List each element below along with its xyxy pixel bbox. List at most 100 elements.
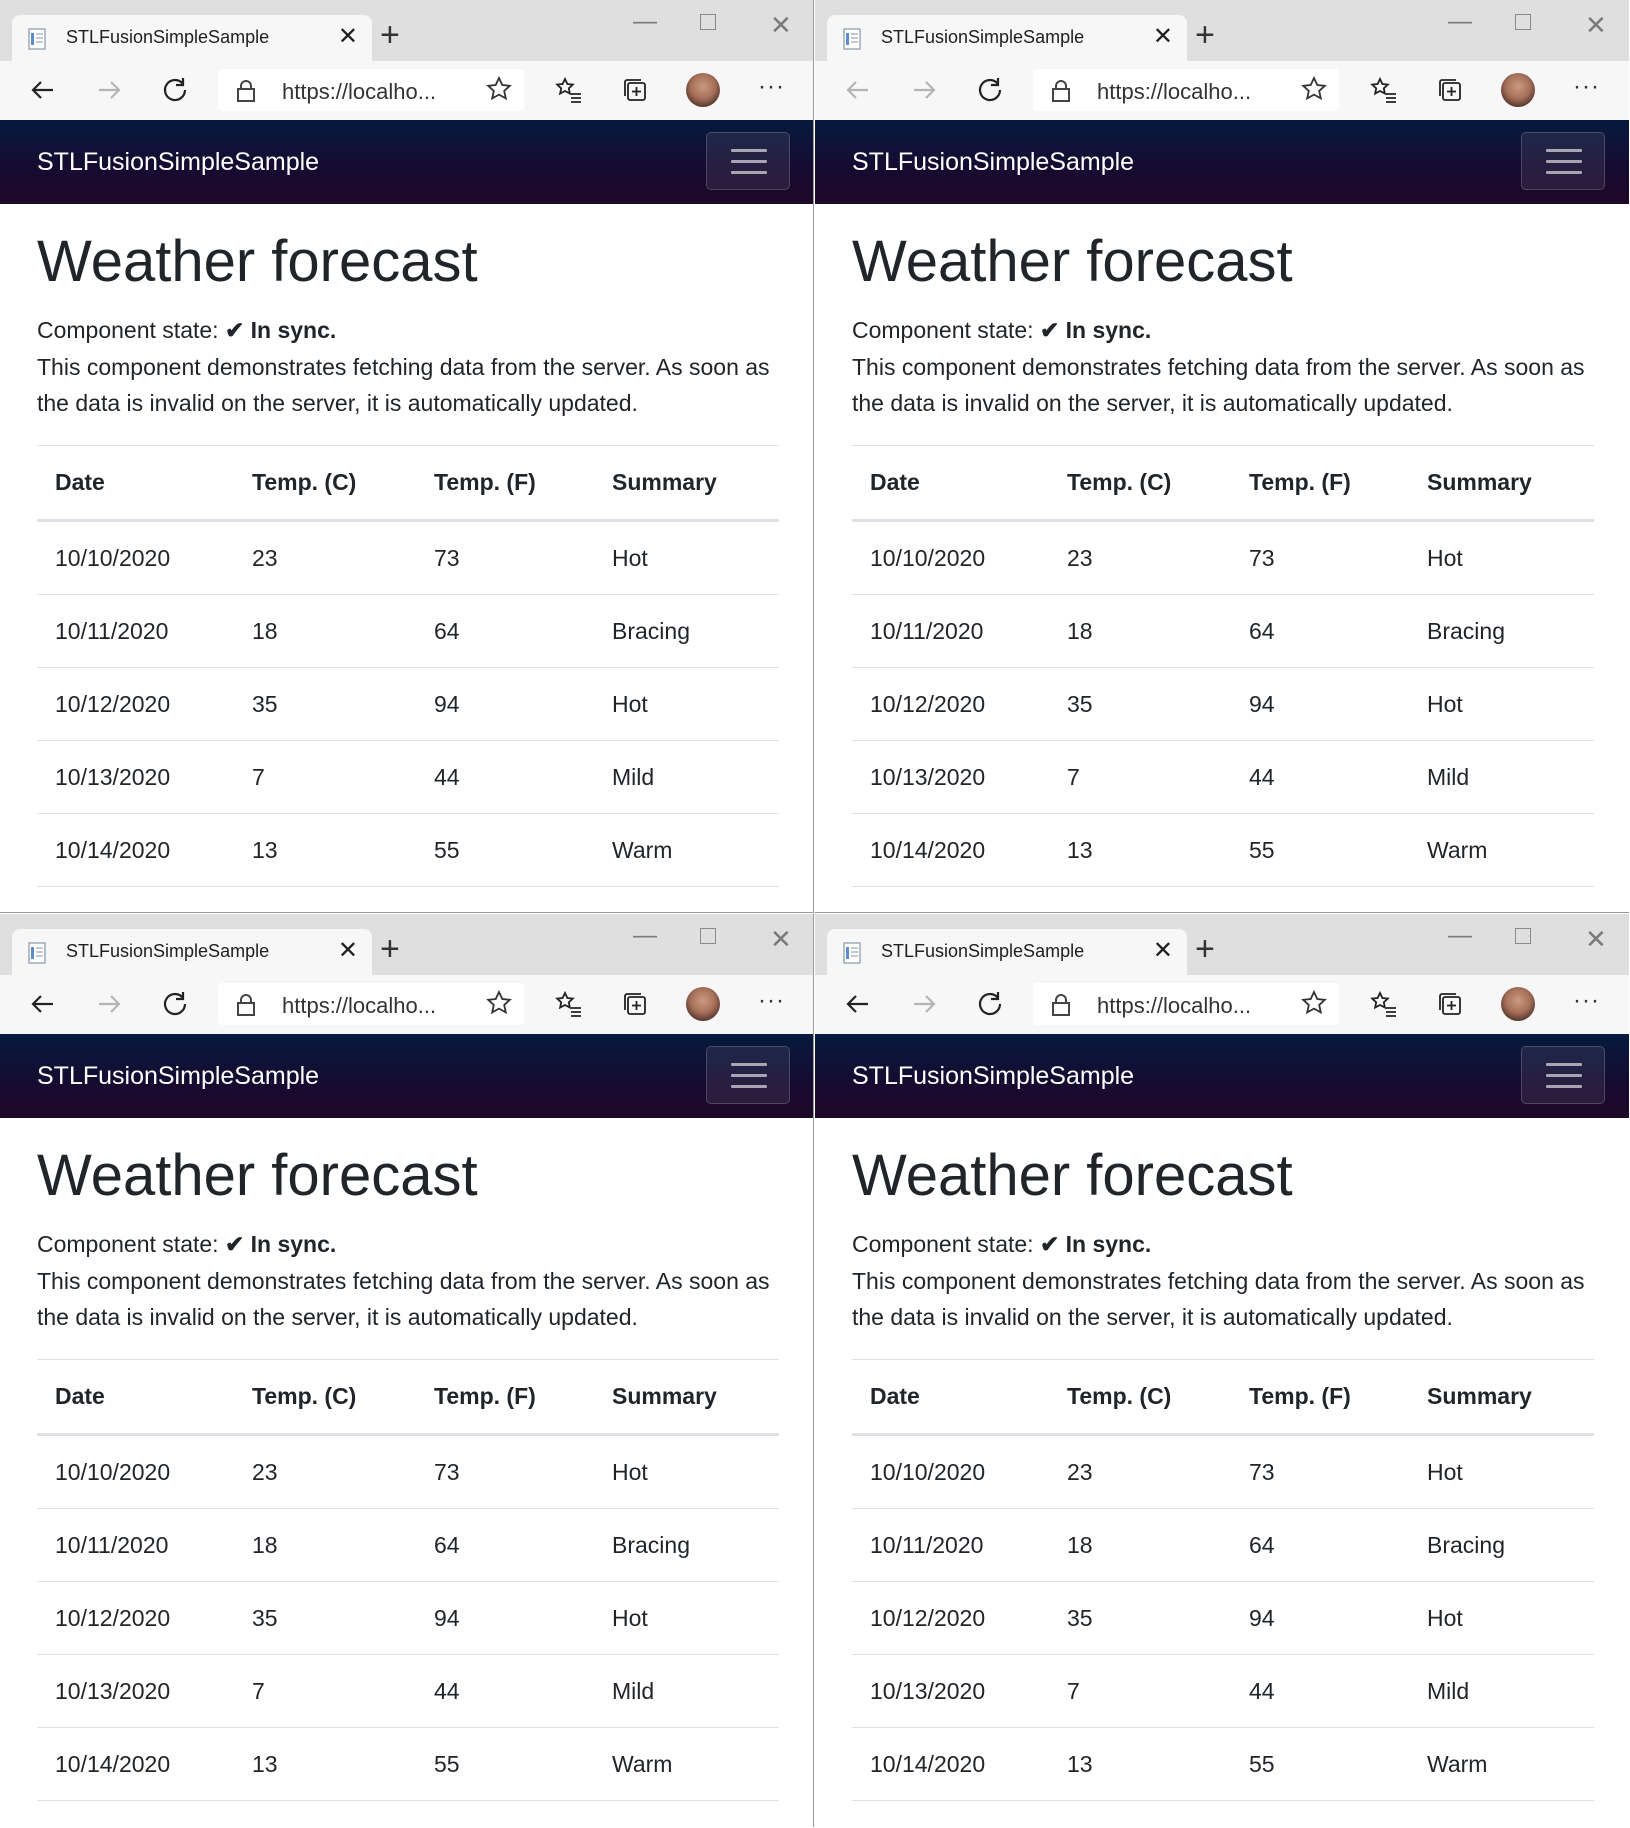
maximize-icon[interactable] [1515, 928, 1531, 944]
address-text: https://localho... [282, 993, 437, 1018]
description: This component demonstrates fetching dat… [852, 354, 1585, 416]
table-cell: 94 [434, 1604, 460, 1631]
address-bar[interactable]: https://localho... [218, 69, 524, 111]
new-tab-button[interactable]: + [1195, 18, 1215, 52]
address-bar[interactable]: https://localho... [1033, 69, 1339, 111]
minimize-icon[interactable]: — [1448, 8, 1472, 36]
navbar-brand[interactable]: STLFusionSimpleSample [852, 148, 1134, 177]
table-cell: 18 [252, 617, 278, 644]
navbar-brand[interactable]: STLFusionSimpleSample [37, 148, 319, 177]
collections-button[interactable] [616, 71, 654, 109]
back-arrow-icon [31, 81, 53, 99]
table-cell: 55 [434, 836, 460, 863]
address-bar[interactable]: https://localho... [218, 983, 524, 1025]
refresh-button[interactable] [971, 71, 1009, 109]
favorite-star-icon[interactable] [1301, 990, 1327, 1016]
navbar-brand[interactable]: STLFusionSimpleSample [852, 1062, 1134, 1091]
window-close-icon[interactable]: ✕ [770, 924, 792, 955]
browser-tab[interactable]: STLFusionSimpleSample ✕ [12, 15, 372, 61]
new-tab-button[interactable]: + [380, 18, 400, 52]
new-tab-button[interactable]: + [1195, 932, 1215, 966]
window-close-icon[interactable]: ✕ [770, 10, 792, 41]
back-arrow-icon [31, 995, 53, 1013]
favorite-star-icon[interactable] [486, 76, 512, 102]
favorite-star-icon[interactable] [486, 990, 512, 1016]
refresh-button[interactable] [156, 985, 194, 1023]
forward-button[interactable] [905, 71, 943, 109]
refresh-button[interactable] [971, 985, 1009, 1023]
table-cell: 35 [1067, 1604, 1093, 1631]
minimize-icon[interactable]: — [633, 922, 657, 950]
state-value: In sync. [1065, 317, 1152, 343]
window-close-icon[interactable]: ✕ [1585, 924, 1607, 955]
profile-avatar[interactable] [686, 987, 720, 1021]
navbar-toggler-button[interactable] [1521, 1046, 1605, 1104]
collections-button[interactable] [1431, 71, 1469, 109]
profile-avatar[interactable] [686, 73, 720, 107]
favorite-star-icon[interactable] [1301, 76, 1327, 102]
tab-close-icon[interactable]: ✕ [338, 25, 358, 49]
forward-button[interactable] [90, 71, 128, 109]
table-cell: Hot [1427, 1458, 1463, 1485]
back-arrow-icon [846, 995, 868, 1013]
favorites-button[interactable] [550, 71, 588, 109]
navbar-toggler-button[interactable] [706, 132, 790, 190]
forward-button[interactable] [905, 985, 943, 1023]
component-state: Component state: ✔ In sync. [37, 1231, 336, 1258]
browser-tab[interactable]: STLFusionSimpleSample ✕ [827, 929, 1187, 975]
table-cell: 18 [1067, 617, 1093, 644]
more-options-icon[interactable]: ··· [758, 987, 785, 1015]
tab-title: STLFusionSimpleSample [881, 941, 1085, 961]
refresh-button[interactable] [156, 71, 194, 109]
table-cell: 10/14/2020 [55, 1750, 171, 1777]
address-bar[interactable]: https://localho... [1033, 983, 1339, 1025]
browser-tab[interactable]: STLFusionSimpleSample ✕ [827, 15, 1187, 61]
collections-button[interactable] [616, 985, 654, 1023]
tab-close-icon[interactable]: ✕ [1153, 939, 1173, 963]
favorites-button[interactable] [1365, 71, 1403, 109]
forward-button[interactable] [90, 985, 128, 1023]
minimize-icon[interactable]: — [633, 8, 657, 36]
table-cell: 44 [434, 763, 460, 790]
minimize-icon[interactable]: — [1448, 922, 1472, 950]
browser-tab[interactable]: STLFusionSimpleSample ✕ [12, 929, 372, 975]
table-row: 10/13/2020 7 44 Mild [852, 741, 1594, 814]
profile-avatar[interactable] [1501, 73, 1535, 107]
favorites-button[interactable] [550, 985, 588, 1023]
collections-button[interactable] [1431, 985, 1469, 1023]
table-cell: 73 [434, 1458, 460, 1485]
table-cell: 10/14/2020 [870, 1750, 986, 1777]
navbar-brand[interactable]: STLFusionSimpleSample [37, 1062, 319, 1091]
maximize-icon[interactable] [700, 14, 716, 30]
favorites-button[interactable] [1365, 985, 1403, 1023]
table-header-row: Date Temp. (C) Temp. (F) Summary [852, 1360, 1594, 1436]
more-options-icon[interactable]: ··· [1573, 987, 1600, 1015]
more-options-icon[interactable]: ··· [758, 73, 785, 101]
back-button[interactable] [24, 71, 62, 109]
table-row: 10/12/2020 35 94 Hot [852, 1582, 1594, 1655]
maximize-icon[interactable] [1515, 14, 1531, 30]
new-tab-button[interactable]: + [380, 932, 400, 966]
table-cell: 7 [252, 1677, 265, 1704]
refresh-icon [978, 78, 1002, 102]
forecast-table: Date Temp. (C) Temp. (F) Summary 10/10/2020 2… [37, 445, 779, 887]
maximize-icon[interactable] [700, 928, 716, 944]
navbar-toggler-button[interactable] [706, 1046, 790, 1104]
more-options-icon[interactable]: ··· [1573, 73, 1600, 101]
table-cell: 10/13/2020 [55, 763, 171, 790]
table-cell: 7 [1067, 1677, 1080, 1704]
back-button[interactable] [839, 985, 877, 1023]
tab-close-icon[interactable]: ✕ [338, 939, 358, 963]
window-close-icon[interactable]: ✕ [1585, 10, 1607, 41]
browser-toolbar: https://localho... ··· [815, 975, 1629, 1034]
profile-avatar[interactable] [1501, 987, 1535, 1021]
navbar-toggler-button[interactable] [1521, 132, 1605, 190]
column-header: Summary [612, 469, 717, 495]
back-button[interactable] [24, 985, 62, 1023]
table-cell: 10/10/2020 [55, 1458, 171, 1485]
table-cell: 94 [1249, 1604, 1275, 1631]
tab-close-icon[interactable]: ✕ [1153, 25, 1173, 49]
table-cell: 10/12/2020 [55, 1604, 171, 1631]
component-state: Component state: ✔ In sync. [852, 1231, 1151, 1258]
back-button[interactable] [839, 71, 877, 109]
